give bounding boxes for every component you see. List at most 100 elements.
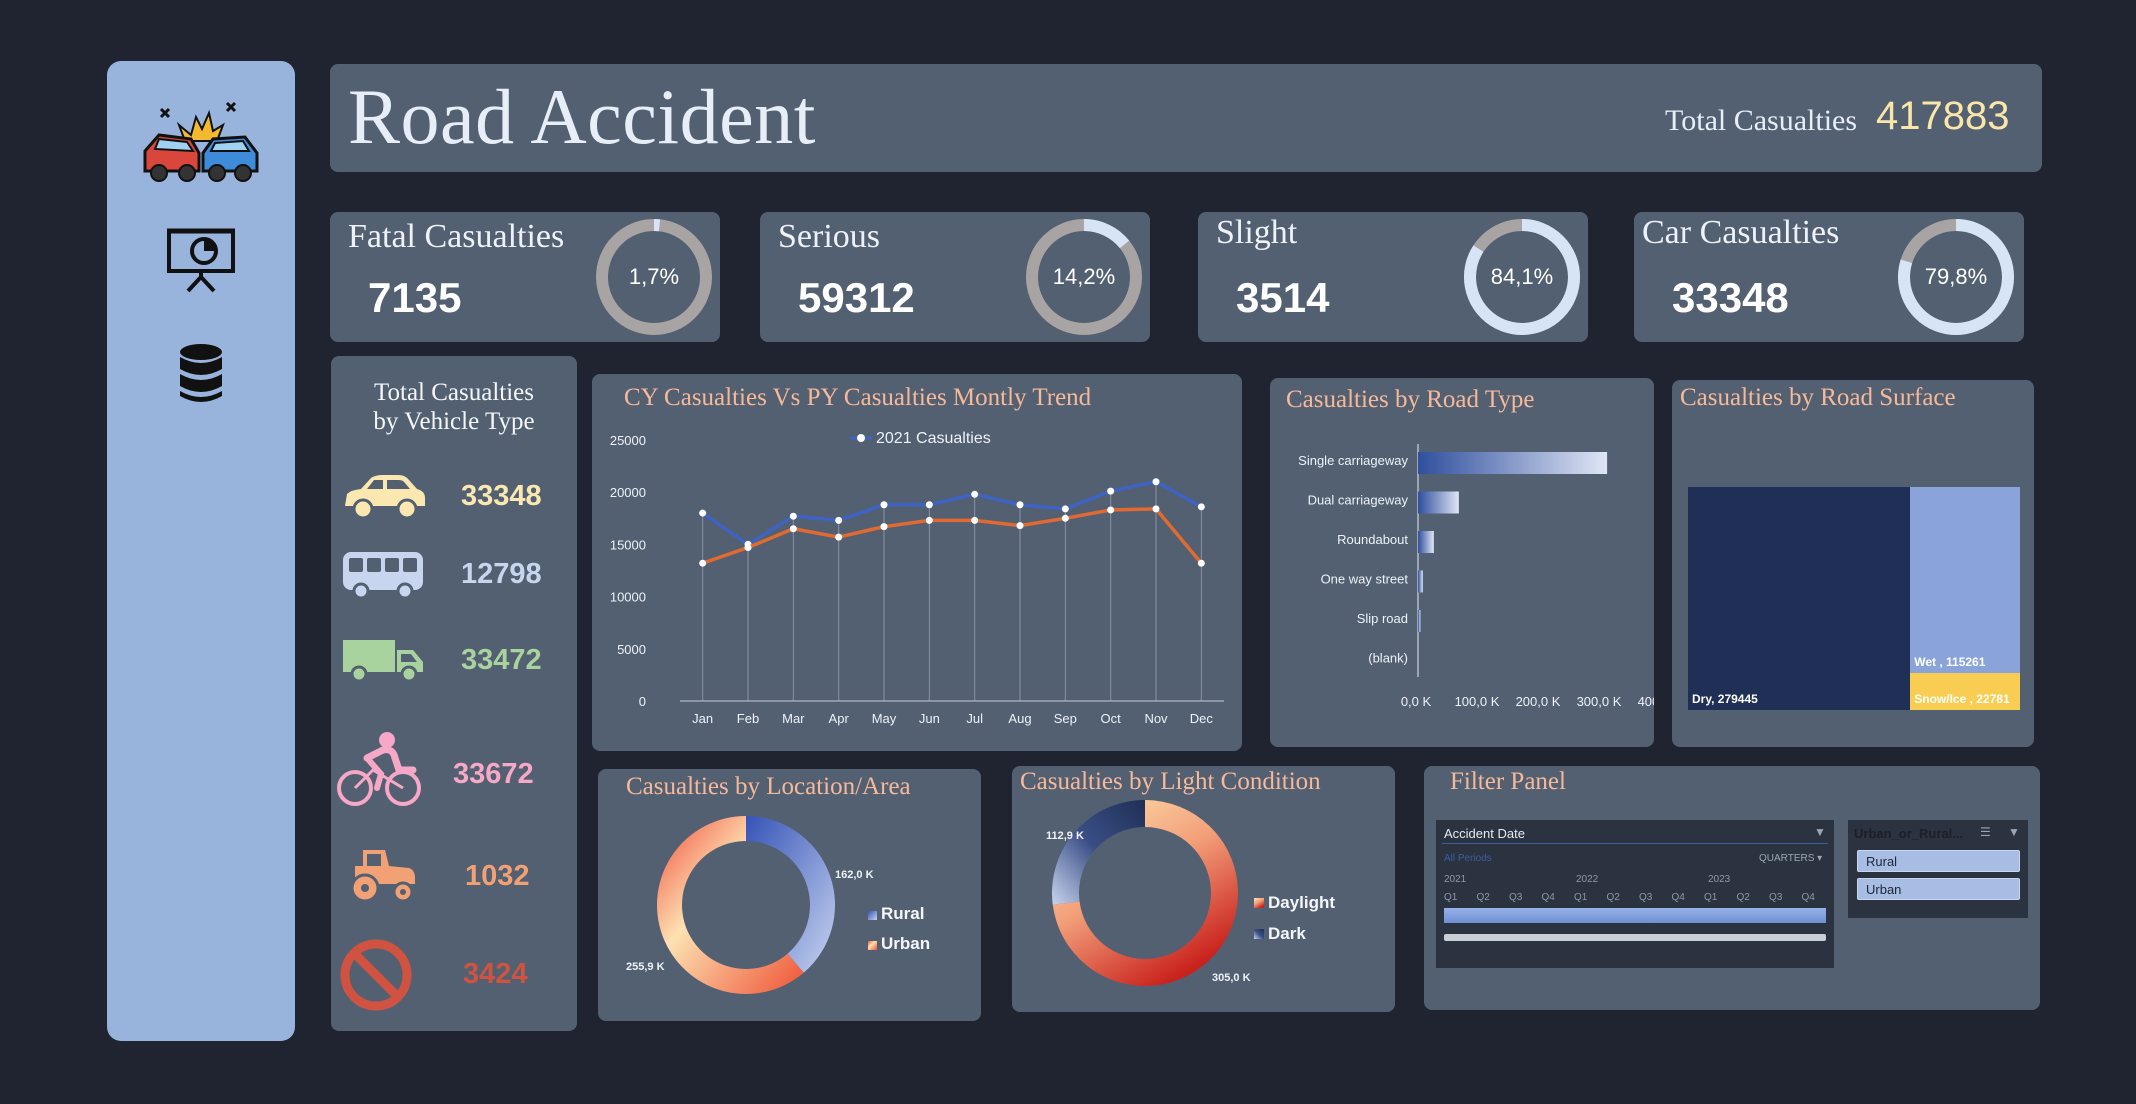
- timeline-scrollbar[interactable]: [1444, 934, 1826, 941]
- timeline-quarter[interactable]: Q4: [1542, 892, 1555, 903]
- light-donut-chart: Daylight Dark 305,0 K 112,9 K: [1046, 800, 1335, 986]
- trend-line-chart: 25000 20000 15000 10000 5000 0 Jan Feb Mar Apr May…: [610, 430, 1224, 726]
- x-tick-label: 200,0 K: [1516, 694, 1561, 709]
- timeline-quarter[interactable]: Q1: [1444, 892, 1457, 903]
- chart-legend: Rural Urban: [868, 904, 930, 953]
- road-surface-panel: Casualties by Road Surface Dry, 279445 W…: [1672, 380, 2034, 747]
- kpi-card-car: Car Casualties 33348 79,8%: [1634, 212, 2024, 342]
- data-label-rural: 162,0 K: [835, 869, 874, 881]
- vehicle-value: 33672: [453, 758, 534, 790]
- x-tick-label: Dec: [1190, 711, 1214, 726]
- database-icon[interactable]: [107, 343, 295, 405]
- timeline-level-dropdown[interactable]: QUARTERS ▾: [1759, 853, 1822, 864]
- series-point: [1197, 503, 1205, 511]
- road-surface-treemap: Dry, 279445 Wet , 115261 Snow/Ice , 2278…: [1688, 487, 2020, 710]
- vehicle-value: 1032: [465, 860, 530, 892]
- car-icon: [345, 475, 425, 520]
- prohibited-icon: [340, 939, 412, 1011]
- road-type-bar[interactable]: [1418, 570, 1423, 593]
- slicer-option-rural[interactable]: Rural: [1857, 850, 2020, 872]
- treemap-label: Snow/Ice , 22781: [1914, 692, 2010, 706]
- donut-slice-dark[interactable]: [1052, 800, 1145, 905]
- timeline-quarter[interactable]: Q1: [1574, 892, 1587, 903]
- page-title: Road Accident: [348, 73, 816, 160]
- treemap-label: Dry, 279445: [1692, 692, 1758, 706]
- series-point: [1061, 514, 1069, 522]
- series-point: [971, 516, 979, 524]
- kpi-donut: 1,7%: [596, 219, 712, 335]
- category-label: One way street: [1321, 572, 1409, 587]
- legend-daylight: Daylight: [1268, 893, 1335, 912]
- header-banner: Road Accident Total Casualties 417883: [330, 64, 2042, 172]
- timeline-quarter[interactable]: Q3: [1509, 892, 1522, 903]
- timeline-quarter[interactable]: Q3: [1769, 892, 1782, 903]
- road-type-bar[interactable]: [1418, 531, 1434, 553]
- bus-icon: [343, 552, 423, 600]
- timeline-quarter[interactable]: Q4: [1802, 892, 1815, 903]
- road-type-bar[interactable]: [1418, 452, 1608, 474]
- timeline-year: 2022: [1576, 874, 1599, 885]
- timeline-selection-bar[interactable]: [1444, 908, 1826, 923]
- y-tick-label: 5000: [617, 642, 646, 657]
- kpi-value: 3514: [1236, 274, 1330, 321]
- vehicle-panel-title: Total Casualties by Vehicle Type: [331, 378, 577, 436]
- x-tick-label: Jul: [966, 711, 983, 726]
- clear-filter-icon[interactable]: ▼: [2008, 825, 2020, 839]
- timeline-level-value: QUARTERS: [1759, 853, 1815, 864]
- series-point: [1016, 501, 1024, 509]
- x-tick-label: 400,0 K: [1638, 694, 1654, 709]
- filter-panel: Filter Panel Accident Date ▼ All Periods…: [1424, 766, 2040, 1010]
- vehicle-row-tractor: 1032: [331, 840, 577, 920]
- series-point: [835, 533, 843, 541]
- series-point: [744, 544, 752, 552]
- series-point: [1061, 505, 1069, 513]
- multi-select-icon[interactable]: ☰: [1980, 825, 1991, 839]
- treemap-tile-wet[interactable]: Wet , 115261: [1910, 487, 2020, 674]
- series-point: [789, 512, 797, 520]
- series-point: [925, 516, 933, 524]
- slicer-option-urban[interactable]: Urban: [1857, 878, 2020, 900]
- presentation-chart-icon[interactable]: [107, 227, 295, 293]
- donut-slice-rural[interactable]: [746, 816, 835, 973]
- timeline-quarter[interactable]: Q2: [1477, 892, 1490, 903]
- bicycle-icon: [337, 732, 421, 806]
- vehicle-row-bus: 12798: [331, 538, 577, 618]
- x-tick-label: May: [872, 711, 897, 726]
- y-tick-label: 20000: [610, 485, 646, 500]
- filter-panel-title: Filter Panel: [1450, 768, 1566, 795]
- kpi-label: Slight: [1216, 214, 1298, 251]
- series-point: [1152, 505, 1160, 513]
- legend-rural: Rural: [881, 904, 924, 923]
- vehicle-value: 33472: [461, 644, 542, 676]
- tractor-icon: [350, 850, 415, 903]
- donut-percent-label: 79,8%: [1925, 264, 1987, 289]
- timeline-quarter[interactable]: Q2: [1607, 892, 1620, 903]
- chart-title: Casualties by Road Surface: [1680, 384, 1956, 411]
- donut-percent-label: 14,2%: [1053, 264, 1115, 289]
- timeline-quarter[interactable]: Q1: [1704, 892, 1717, 903]
- timeline-quarter[interactable]: Q4: [1672, 892, 1685, 903]
- y-tick-label: 10000: [610, 590, 646, 605]
- road-type-bar-chart: Single carriageway Dual carriageway Rounda…: [1298, 444, 1654, 709]
- series-point: [880, 501, 888, 509]
- accident-date-timeline[interactable]: Accident Date ▼ All Periods QUARTERS ▾ 2…: [1436, 820, 1834, 968]
- clear-filter-icon[interactable]: ▼: [1814, 825, 1826, 839]
- vehicle-value: 12798: [461, 558, 542, 590]
- vehicle-value: 3424: [463, 958, 528, 990]
- urban-rural-slicer[interactable]: Urban_or_Rural... ☰ ▼ Rural Urban: [1848, 820, 2028, 918]
- road-type-bar[interactable]: [1418, 610, 1421, 632]
- vehicle-row-truck: 33472: [331, 624, 577, 704]
- vehicle-title-line2: by Vehicle Type: [373, 408, 535, 435]
- chart-legend: 2021 Casualties: [850, 430, 991, 447]
- timeline-quarter[interactable]: Q2: [1737, 892, 1750, 903]
- car-crash-icon[interactable]: [107, 95, 295, 187]
- x-tick-label: Nov: [1144, 711, 1168, 726]
- treemap-tile-snow[interactable]: Snow/Ice , 22781: [1910, 673, 2020, 710]
- x-tick-label: Jun: [919, 711, 940, 726]
- timeline-quarter[interactable]: Q3: [1639, 892, 1652, 903]
- category-label: Slip road: [1357, 611, 1408, 626]
- kpi-value: 7135: [368, 274, 462, 321]
- road-type-bar[interactable]: [1418, 491, 1459, 514]
- kpi-card-fatal: Fatal Casualties 7135 1,7%: [330, 212, 720, 342]
- treemap-tile-dry[interactable]: Dry, 279445: [1688, 487, 1911, 710]
